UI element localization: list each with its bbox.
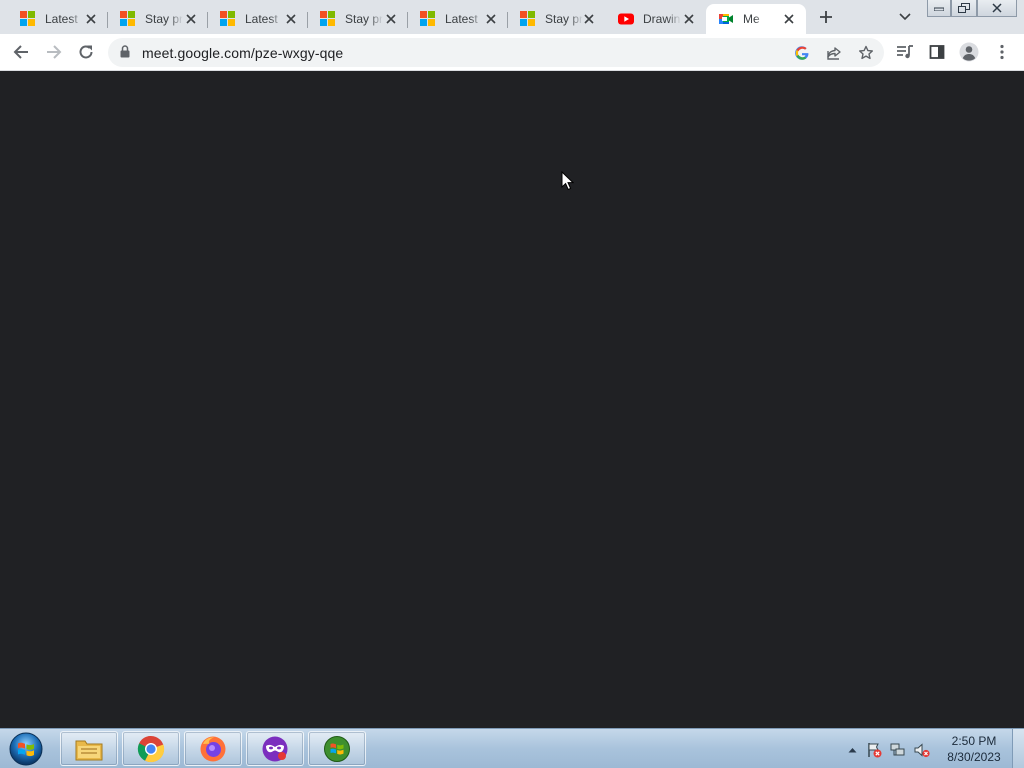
action-center-icon[interactable] xyxy=(866,742,882,758)
minimize-button[interactable] xyxy=(927,0,951,17)
arrow-right-icon xyxy=(47,45,62,59)
tab-title: Stay pr xyxy=(345,12,383,26)
media-queue-icon xyxy=(897,45,913,59)
address-bar[interactable]: meet.google.com/pze-wxgy-qqe xyxy=(108,38,884,67)
lock-icon xyxy=(120,45,130,63)
browser-toolbar: meet.google.com/pze-wxgy-qqe xyxy=(0,34,1024,71)
microsoft-icon xyxy=(520,11,536,27)
chevron-down-icon xyxy=(899,13,911,21)
system-clock[interactable]: 2:50 PM 8/30/2023 xyxy=(940,733,1008,765)
tab-title: Latest xyxy=(45,12,78,26)
microsoft-icon xyxy=(320,11,336,27)
show-hidden-icons-button[interactable] xyxy=(844,742,860,758)
windows-taskbar: 2:50 PM 8/30/2023 xyxy=(0,728,1024,768)
tab-8-active[interactable]: Me xyxy=(706,4,806,34)
taskbar-windows-media[interactable] xyxy=(308,731,366,766)
tab-4[interactable]: Stay pr xyxy=(308,4,408,34)
tab-close-icon[interactable] xyxy=(484,12,498,26)
arrow-left-icon xyxy=(13,45,28,59)
network-icon[interactable] xyxy=(890,742,906,758)
profile-button[interactable] xyxy=(957,40,981,64)
microsoft-icon xyxy=(120,11,136,27)
tab-close-icon[interactable] xyxy=(682,12,696,26)
back-button[interactable] xyxy=(9,40,33,64)
microsoft-icon xyxy=(420,11,436,27)
reload-icon xyxy=(79,45,93,59)
tab-close-icon[interactable] xyxy=(782,12,796,26)
close-icon xyxy=(992,3,1002,13)
media-controls-button[interactable] xyxy=(893,40,917,64)
show-desktop-button[interactable] xyxy=(1012,729,1024,768)
tab-title: Me xyxy=(743,12,760,26)
side-panel-icon xyxy=(929,45,945,59)
avatar-icon xyxy=(959,42,979,62)
tab-search-button[interactable] xyxy=(895,8,915,26)
share-button[interactable] xyxy=(824,43,844,63)
google-g-icon xyxy=(795,46,809,60)
tab-close-icon[interactable] xyxy=(284,12,298,26)
restore-icon xyxy=(958,3,970,13)
taskbar-firefox[interactable] xyxy=(184,731,242,766)
forward-button[interactable] xyxy=(42,40,66,64)
microsoft-icon xyxy=(20,11,36,27)
url-text: meet.google.com/pze-wxgy-qqe xyxy=(142,45,344,61)
reload-button[interactable] xyxy=(74,40,98,64)
new-tab-button[interactable] xyxy=(816,7,836,27)
tab-close-icon[interactable] xyxy=(184,12,198,26)
menu-button[interactable] xyxy=(990,40,1014,64)
google-meet-icon xyxy=(718,11,734,27)
windows-media-icon xyxy=(324,735,350,762)
share-icon xyxy=(827,47,841,60)
tab-strip: Latest Stay pr Latest Stay pr Latest Sta… xyxy=(0,0,1024,34)
clock-date: 8/30/2023 xyxy=(947,750,1001,764)
restore-button[interactable] xyxy=(951,0,977,17)
tab-7[interactable]: Drawin xyxy=(606,4,706,34)
tab-close-icon[interactable] xyxy=(84,12,98,26)
tab-close-icon[interactable] xyxy=(384,12,398,26)
clock-time: 2:50 PM xyxy=(951,734,997,748)
windows-start-icon xyxy=(9,732,43,766)
microsoft-icon xyxy=(220,11,236,27)
tab-title: Latest xyxy=(245,12,278,26)
volume-muted-icon[interactable] xyxy=(914,742,930,758)
mouse-cursor-icon xyxy=(561,170,575,196)
tab-1[interactable]: Latest xyxy=(8,4,108,34)
tab-2[interactable]: Stay pr xyxy=(108,4,208,34)
close-window-button[interactable] xyxy=(977,0,1017,17)
tab-title: Stay pr xyxy=(545,12,583,26)
chrome-icon xyxy=(137,735,165,762)
star-icon xyxy=(859,45,873,60)
taskbar-explorer[interactable] xyxy=(60,731,118,766)
bookmark-button[interactable] xyxy=(856,43,876,63)
tab-3[interactable]: Latest xyxy=(208,4,308,34)
tab-title: Latest xyxy=(445,12,478,26)
google-lens-button[interactable] xyxy=(792,43,812,63)
meet-page-content xyxy=(0,71,1024,728)
start-button[interactable] xyxy=(6,730,46,768)
tab-5[interactable]: Latest xyxy=(408,4,508,34)
tab-title: Stay pr xyxy=(145,12,183,26)
taskbar-vpn[interactable] xyxy=(246,731,304,766)
windows-explorer-icon xyxy=(75,740,103,760)
side-panel-button[interactable] xyxy=(925,40,949,64)
tab-title: Drawin xyxy=(643,12,681,26)
firefox-icon xyxy=(200,736,226,761)
youtube-icon xyxy=(618,11,634,27)
kebab-menu-icon xyxy=(1000,44,1004,60)
tab-close-icon[interactable] xyxy=(582,12,596,26)
chevron-up-icon xyxy=(848,748,856,753)
vpn-mask-icon xyxy=(262,736,288,761)
plus-icon xyxy=(820,11,832,23)
minimize-icon xyxy=(934,7,944,11)
tab-6[interactable]: Stay pr xyxy=(508,4,606,34)
taskbar-chrome[interactable] xyxy=(122,731,180,766)
